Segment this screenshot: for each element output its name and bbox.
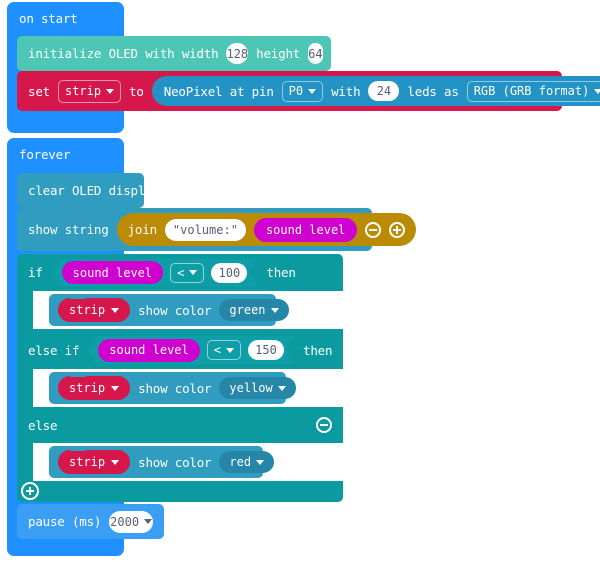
on-start-hat-label: on start <box>19 11 78 26</box>
pin-dropdown-label: P0 <box>288 84 304 98</box>
minus-circle-icon <box>343 342 360 358</box>
reporter-sound-level[interactable]: sound level <box>98 339 199 362</box>
pin-dropdown[interactable]: P0 <box>281 80 324 102</box>
color-label: yellow <box>229 381 273 395</box>
variable-label: strip <box>69 455 106 469</box>
variable-label: strip <box>69 381 106 395</box>
chevron-down-icon <box>189 270 197 275</box>
plus-circle-icon <box>21 482 39 500</box>
block-show-color-yellow[interactable]: strip show color yellow <box>49 372 296 404</box>
color-label: green <box>229 303 266 317</box>
chevron-down-icon <box>111 385 120 391</box>
chevron-down-icon <box>111 307 120 313</box>
chevron-down-icon <box>226 348 234 353</box>
variable-label: strip <box>69 303 106 317</box>
neopixel-text-3: leds as <box>407 83 459 99</box>
blocks-workspace[interactable]: on start initialize OLED with width 128 … <box>0 0 600 562</box>
variable-dropdown-strip[interactable]: strip <box>58 298 131 322</box>
leds-count-input[interactable]: 24 <box>368 81 400 101</box>
join-label: join <box>127 222 158 237</box>
block-clear-oled[interactable]: clear OLED display <box>17 173 160 208</box>
variable-dropdown-strip[interactable]: strip <box>58 376 131 400</box>
if-branch-1-header[interactable]: if sound level < 100 then <box>17 254 343 291</box>
show-color-label: show color <box>138 380 212 396</box>
operator-label: < <box>177 265 185 280</box>
chevron-down-icon <box>308 88 317 94</box>
pause-duration-value: 2000 <box>110 514 140 529</box>
color-label: red <box>229 455 252 469</box>
pause-label: pause (ms) <box>28 514 102 529</box>
reporter-neopixel-create[interactable]: NeoPixel at pin P0 with 24 leds as RGB (… <box>151 76 600 106</box>
pause-duration-dropdown[interactable]: 2000 <box>109 510 153 533</box>
else-if-keyword: else if <box>28 342 80 358</box>
operator-dropdown[interactable]: < <box>207 340 241 360</box>
block-show-color-red[interactable]: strip show color red <box>49 446 275 478</box>
variable-dropdown-label: strip <box>64 84 102 98</box>
join-add-button[interactable] <box>389 221 406 238</box>
color-dropdown-green[interactable]: green <box>219 299 289 321</box>
show-color-label: show color <box>138 454 212 470</box>
operator-dropdown[interactable]: < <box>170 263 204 283</box>
else-keyword: else <box>28 417 58 433</box>
set-label: set <box>28 83 50 99</box>
neopixel-text-2: with <box>331 83 361 99</box>
rgb-mode-dropdown[interactable]: RGB (GRB format) <box>466 80 600 102</box>
to-label: to <box>129 83 144 99</box>
chevron-down-icon <box>256 459 265 465</box>
chevron-down-icon <box>144 519 153 524</box>
block-pause[interactable]: pause (ms) 2000 <box>17 504 164 539</box>
clear-oled-label: clear OLED display <box>28 183 160 198</box>
variable-dropdown-strip[interactable]: strip <box>57 79 122 103</box>
reporter-sound-level[interactable]: sound level <box>62 261 163 284</box>
chevron-down-icon <box>594 88 600 94</box>
init-oled-text-2: height <box>256 46 301 61</box>
oled-height-input[interactable]: 64 <box>308 43 323 64</box>
init-oled-text-1: initialize OLED with width <box>28 46 219 61</box>
chevron-down-icon <box>111 459 120 465</box>
if-keyword: if <box>28 265 43 280</box>
show-color-label: show color <box>138 302 212 318</box>
block-show-string[interactable]: show string join "volume:" sound level <box>17 208 417 251</box>
color-dropdown-red[interactable]: red <box>219 451 275 473</box>
variable-dropdown-strip[interactable]: strip <box>58 450 131 474</box>
remove-branch-3-button[interactable] <box>316 417 332 433</box>
join-remove-button[interactable] <box>365 221 382 238</box>
if-branch-3-header[interactable]: else <box>17 407 343 443</box>
oled-width-input[interactable]: 128 <box>226 43 249 64</box>
threshold-input-1[interactable]: 100 <box>211 263 247 283</box>
condition-2[interactable]: sound level < 150 <box>88 336 294 364</box>
then-keyword-2: then <box>303 342 333 358</box>
remove-branch-2-button[interactable] <box>343 342 360 358</box>
chevron-down-icon <box>270 307 279 313</box>
reporter-join[interactable]: join "volume:" sound level <box>116 213 417 246</box>
add-branch-button[interactable] <box>21 482 39 500</box>
then-keyword-1: then <box>266 265 296 280</box>
forever-hat-label: forever <box>19 147 71 162</box>
join-text-input[interactable]: "volume:" <box>164 218 246 241</box>
show-string-label: show string <box>28 222 109 237</box>
plus-circle-icon <box>389 221 406 238</box>
condition-1[interactable]: sound level < 100 <box>52 259 258 287</box>
neopixel-text-1: NeoPixel at pin <box>163 83 274 99</box>
chevron-down-icon <box>106 88 115 94</box>
minus-circle-icon <box>365 221 382 238</box>
if-branch-2-header[interactable]: else if sound level < 150 then <box>17 331 360 369</box>
block-set-variable[interactable]: set strip to NeoPixel at pin P0 with 24 … <box>17 71 600 111</box>
minus-circle-icon <box>316 417 332 433</box>
reporter-sound-level[interactable]: sound level <box>253 217 358 242</box>
operator-label: < <box>213 343 221 357</box>
block-initialize-oled[interactable]: initialize OLED with width 128 height 64 <box>17 36 331 71</box>
chevron-down-icon <box>277 385 286 391</box>
rgb-mode-label: RGB (GRB format) <box>473 84 590 98</box>
threshold-input-2[interactable]: 150 <box>248 340 284 360</box>
block-show-color-green[interactable]: strip show color green <box>49 294 289 326</box>
color-dropdown-yellow[interactable]: yellow <box>219 377 296 399</box>
